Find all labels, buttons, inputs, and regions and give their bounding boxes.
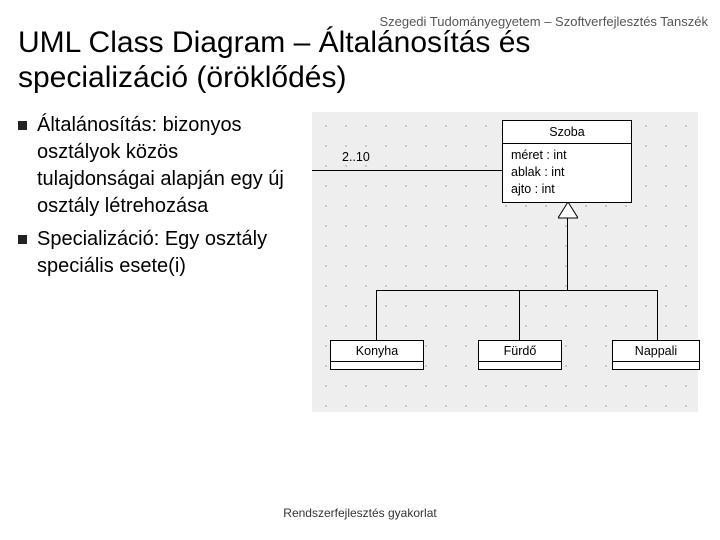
uml-class-name: Fürdő — [479, 341, 561, 361]
bullet-list: Általánosítás: bizonyos osztályok közös … — [18, 112, 298, 412]
uml-diagram: 2..10 Szoba méret : int ablak : int ajto… — [312, 112, 698, 412]
bullet-item: Specializáció: Egy osztály speciális ese… — [18, 226, 298, 280]
uml-class-attrs — [479, 361, 561, 369]
bullet-item: Általánosítás: bizonyos osztályok közös … — [18, 112, 298, 220]
uml-class-name: Szoba — [503, 121, 631, 144]
uml-class-attrs — [613, 361, 699, 369]
inheritance-edge — [519, 290, 520, 340]
generalization-arrow-icon — [558, 202, 578, 220]
bullet-text: Specializáció: Egy osztály speciális ese… — [37, 226, 298, 280]
uml-attr: ajto : int — [511, 181, 623, 198]
uml-class-name: Konyha — [331, 341, 423, 361]
uml-class-nappali: Nappali — [612, 340, 700, 370]
slide-title: UML Class Diagram – Általánosítás és spe… — [18, 26, 708, 95]
inheritance-edge — [376, 290, 658, 291]
uml-class-konyha: Konyha — [330, 340, 424, 370]
inheritance-edge — [567, 218, 568, 290]
multiplicity-label: 2..10 — [342, 150, 370, 164]
uml-class-attrs: méret : int ablak : int ajto : int — [503, 144, 631, 202]
association-edge — [312, 170, 502, 171]
inheritance-edge — [657, 290, 658, 340]
content-row: Általánosítás: bizonyos osztályok közös … — [18, 112, 698, 412]
bullet-text: Általánosítás: bizonyos osztályok közös … — [37, 112, 298, 220]
uml-attr: ablak : int — [511, 164, 623, 181]
footer-text: Rendszerfejlesztés gyakorlat — [0, 506, 720, 520]
uml-class-szoba: Szoba méret : int ablak : int ajto : int — [502, 120, 632, 203]
inheritance-edge — [376, 290, 377, 340]
uml-class-furdo: Fürdő — [478, 340, 562, 370]
uml-class-name: Nappali — [613, 341, 699, 361]
square-bullet-icon — [18, 235, 27, 244]
uml-class-attrs — [331, 361, 423, 369]
uml-attr: méret : int — [511, 147, 623, 164]
square-bullet-icon — [18, 121, 27, 130]
